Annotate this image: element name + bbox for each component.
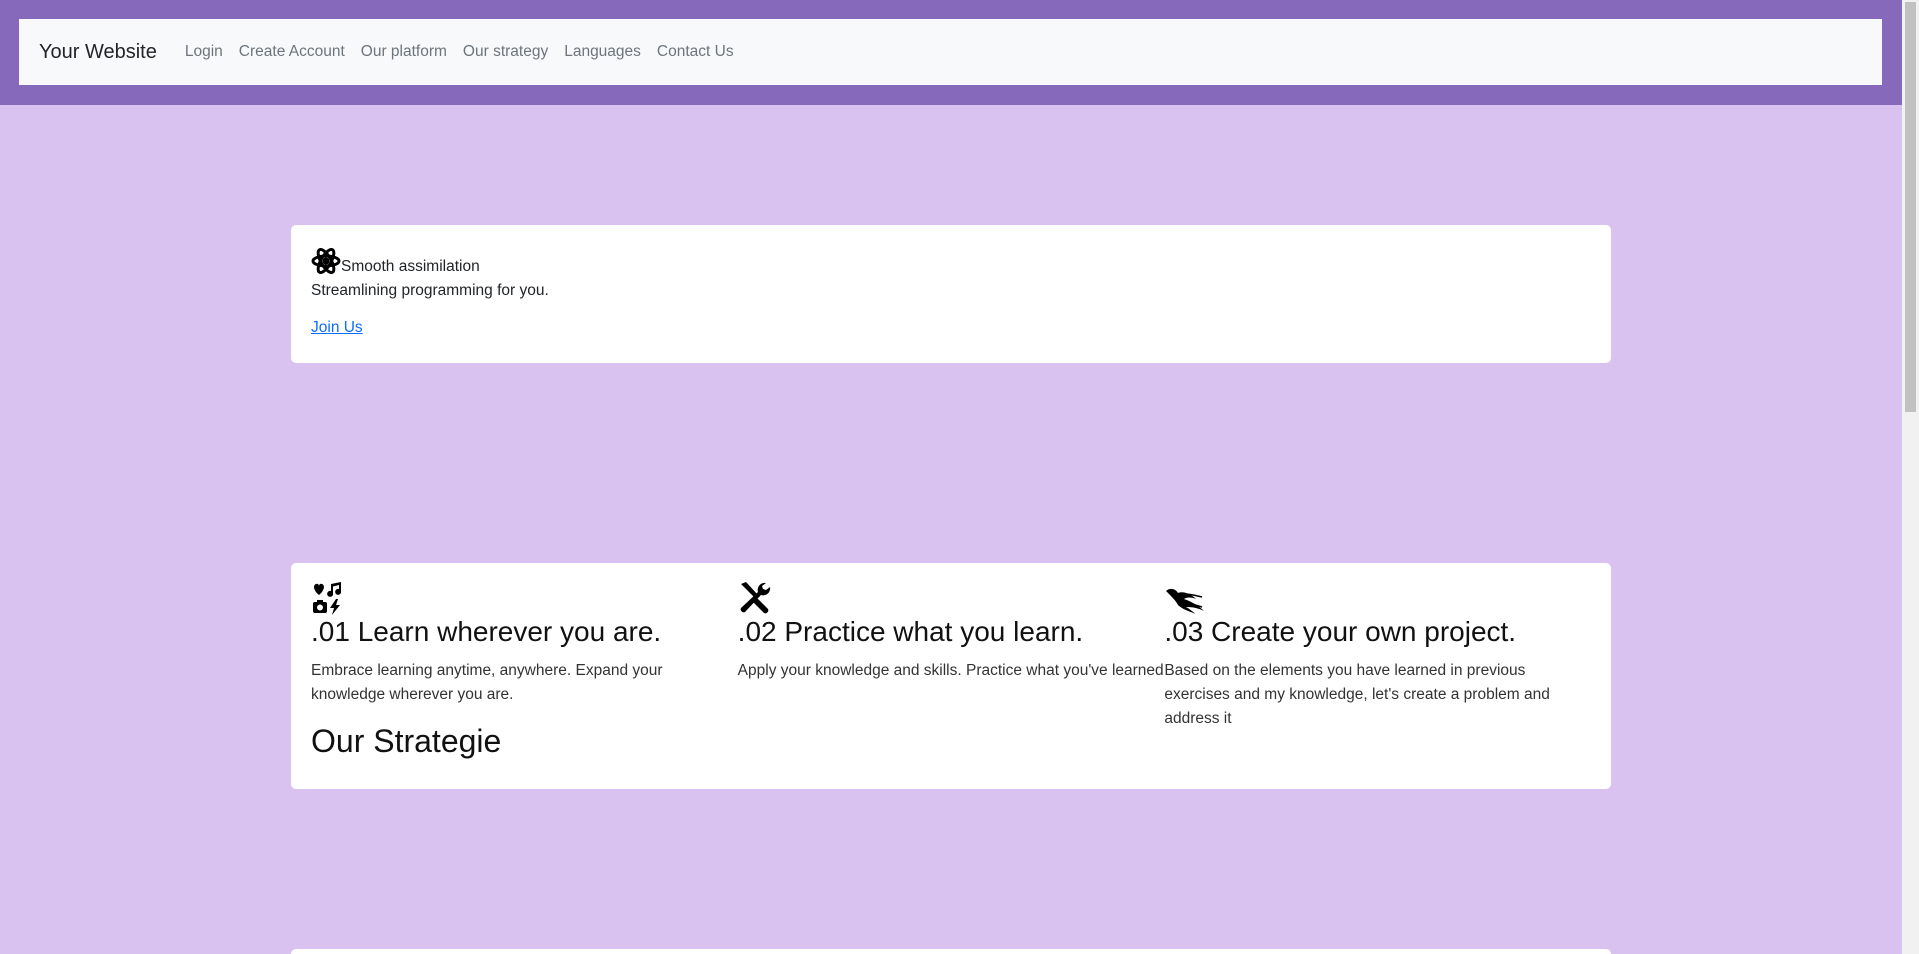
join-us-link[interactable]: Join Us — [311, 319, 363, 337]
hero-subtitle: Streamlining programming for you. — [311, 282, 549, 299]
feature-practice: .02 Practice what you learn. Apply your … — [737, 582, 1165, 731]
feature-create-title: .03 Create your own project. — [1164, 616, 1517, 647]
feature-create: .03 Create your own project. Based on th… — [1164, 583, 1591, 731]
feature-practice-title: .02 Practice what you learn. — [737, 616, 1084, 647]
nav-link-login[interactable]: Login — [185, 43, 223, 61]
heart-music-camera-bolt-icon — [311, 582, 738, 615]
hero-title-row: Smooth assimilation — [311, 245, 1591, 277]
nav-link-our-strategy[interactable]: Our strategy — [463, 43, 548, 61]
nav-link-contact-us[interactable]: Contact Us — [657, 43, 734, 61]
strategy-heading: Our Strategie — [311, 723, 502, 759]
feature-practice-text: Apply your knowledge and skills. Practic… — [737, 662, 1164, 679]
atom-icon — [311, 245, 341, 277]
feature-learn: .01 Learn wherever you are. Embrace lear… — [311, 582, 738, 731]
features-card: .01 Learn wherever you are. Embrace lear… — [291, 563, 1611, 789]
scrollbar-thumb[interactable] — [1905, 2, 1916, 412]
phoenix-bird-icon — [1164, 583, 1591, 615]
nav-link-create-account[interactable]: Create Account — [239, 43, 345, 61]
screwdriver-wrench-icon — [738, 582, 1165, 615]
feature-learn-title: .01 Learn wherever you are. — [311, 616, 662, 647]
nav-link-languages[interactable]: Languages — [564, 43, 641, 61]
next-section-card — [291, 949, 1611, 954]
hero-card: Smooth assimilation Streamlining program… — [291, 225, 1611, 363]
feature-learn-text: Embrace learning anytime, anywhere. Expa… — [311, 662, 663, 703]
brand-link[interactable]: Your Website — [39, 41, 157, 64]
nav-link-our-platform[interactable]: Our platform — [361, 43, 447, 61]
feature-create-text: Based on the elements you have learned i… — [1164, 662, 1550, 727]
navbar: Your Website Login Create Account Our pl… — [19, 19, 1882, 85]
hero-title: Smooth assimilation — [341, 258, 480, 275]
vertical-scrollbar[interactable] — [1902, 0, 1919, 954]
